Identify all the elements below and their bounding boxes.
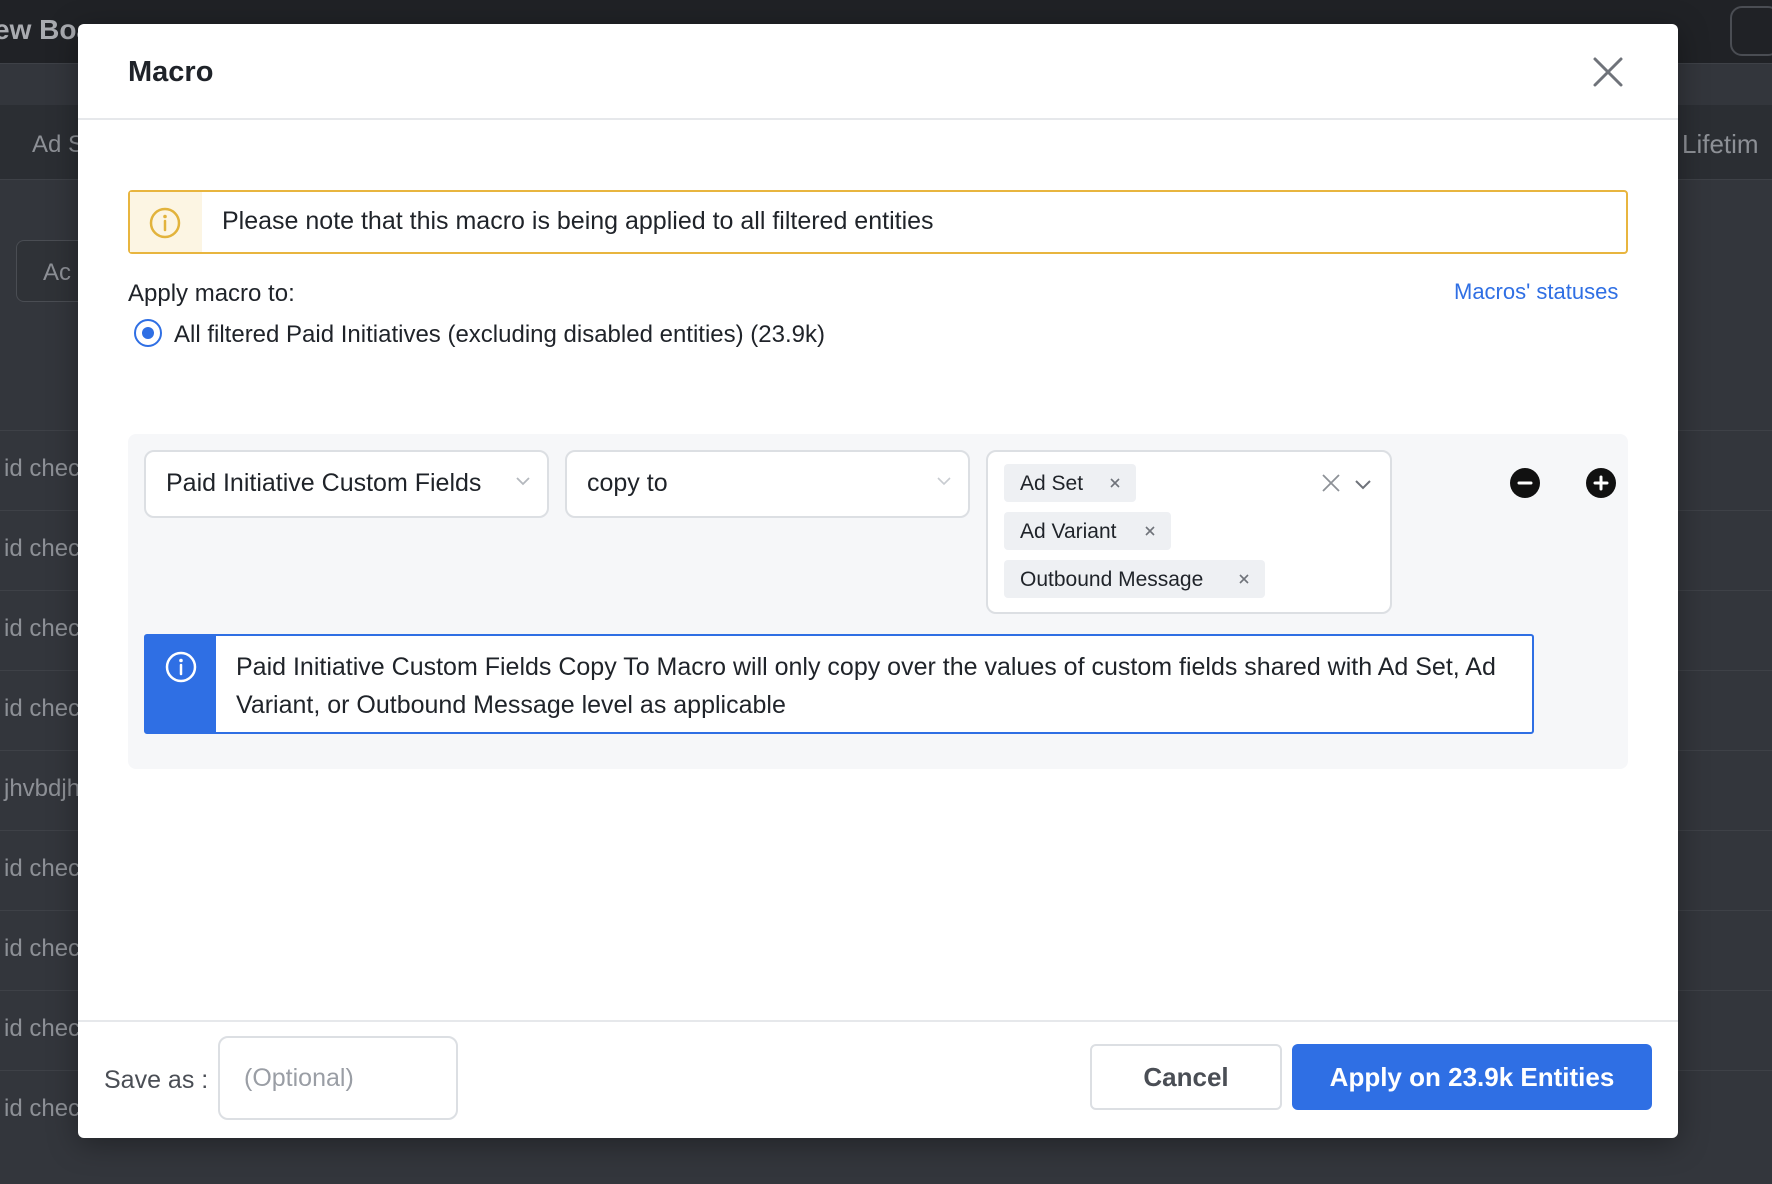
- background-search-button: [1730, 6, 1772, 56]
- remove-rule-button[interactable]: [1510, 468, 1540, 498]
- info-icon-box: [146, 636, 216, 732]
- macros-statuses-link[interactable]: Macros' statuses: [1454, 279, 1618, 305]
- macro-rule-panel: Paid Initiative Custom Fields copy to Ad…: [128, 434, 1628, 769]
- save-as-label: Save as :: [104, 1066, 209, 1094]
- close-small-icon[interactable]: [1143, 524, 1157, 538]
- background-button-label: Ac: [43, 259, 72, 286]
- chevron-down-icon: [516, 477, 530, 486]
- background-row-text: id chec: [4, 535, 81, 562]
- target-tag-label: Outbound Message: [1020, 568, 1204, 591]
- cancel-button[interactable]: Cancel: [1090, 1044, 1282, 1110]
- close-button[interactable]: [1590, 54, 1626, 90]
- info-banner: Paid Initiative Custom Fields Copy To Ma…: [144, 634, 1534, 734]
- background-row-text: id chec: [4, 615, 81, 642]
- background-subbar-left: Ad S: [32, 131, 85, 158]
- close-icon: [1593, 57, 1623, 87]
- modal-header: Macro: [78, 24, 1678, 120]
- target-multiselect[interactable]: Ad Set Ad Variant Outbound Message: [986, 450, 1392, 614]
- modal-footer: Save as : Cancel Apply on 23.9k Entities: [78, 1020, 1678, 1138]
- radio-label: All filtered Paid Initiatives (excluding…: [174, 321, 825, 348]
- chevron-down-icon[interactable]: [1354, 476, 1372, 494]
- target-tag: Outbound Message: [1004, 560, 1265, 598]
- background-subbar-right: Lifetim: [1682, 129, 1759, 159]
- apply-button[interactable]: Apply on 23.9k Entities: [1292, 1044, 1652, 1110]
- warning-info-icon: [149, 207, 181, 239]
- add-rule-button[interactable]: [1586, 468, 1616, 498]
- field-select-value: Paid Initiative Custom Fields: [166, 469, 482, 497]
- target-tag-label: Ad Set: [1020, 472, 1084, 495]
- target-tag: Ad Set: [1004, 464, 1136, 502]
- info-text: Paid Initiative Custom Fields Copy To Ma…: [236, 653, 1496, 719]
- background-button: Ac: [16, 240, 86, 302]
- field-select[interactable]: Paid Initiative Custom Fields: [144, 450, 549, 518]
- operator-select-value: copy to: [587, 469, 668, 497]
- close-small-icon[interactable]: [1108, 476, 1122, 490]
- plus-circle-icon: [1593, 475, 1609, 491]
- radio-button-selected[interactable]: [134, 319, 162, 347]
- warning-banner: Please note that this macro is being app…: [128, 190, 1628, 254]
- background-row-text: id chec: [4, 935, 81, 962]
- target-tag: Ad Variant: [1004, 512, 1171, 550]
- close-small-icon[interactable]: [1237, 572, 1251, 586]
- modal-title: Macro: [128, 56, 214, 88]
- minus-circle-icon: [1517, 481, 1533, 485]
- warning-icon-box: [130, 192, 202, 252]
- background-row-text: id chec: [4, 455, 81, 482]
- background-row-text: jhvbdjh: [4, 775, 81, 802]
- operator-select[interactable]: copy to: [565, 450, 970, 518]
- clear-icon[interactable]: [1320, 472, 1342, 494]
- info-icon: [165, 651, 197, 683]
- apply-macro-label: Apply macro to:: [128, 280, 295, 307]
- background-row-text: id chec: [4, 695, 81, 722]
- target-tag-label: Ad Variant: [1020, 520, 1117, 543]
- macro-modal: Macro Please note that this macro is bei…: [78, 24, 1678, 1138]
- background-row-text: id chec: [4, 1015, 81, 1042]
- background-row-text: id chec: [4, 855, 81, 882]
- background-row-text: id chec: [4, 1095, 81, 1122]
- chevron-down-icon: [937, 477, 951, 486]
- save-as-input[interactable]: [218, 1036, 458, 1120]
- warning-text: Please note that this macro is being app…: [222, 207, 934, 235]
